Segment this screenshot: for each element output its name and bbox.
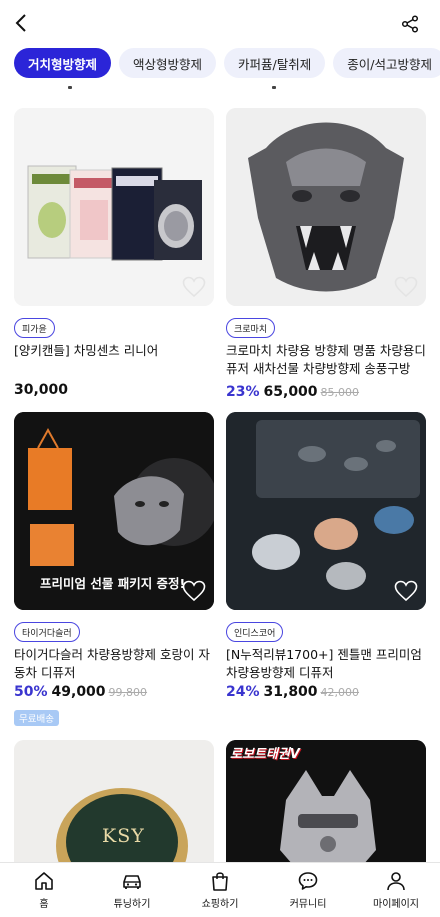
divider-dot bbox=[68, 86, 72, 89]
product-image[interactable] bbox=[226, 108, 426, 306]
share-icon bbox=[401, 15, 419, 33]
back-button[interactable] bbox=[8, 10, 34, 36]
product-card[interactable]: 크로마치 크로마치 차량용 방향제 명품 차량용디퓨저 새차선물 차량방향제 송… bbox=[226, 108, 426, 402]
category-tab[interactable]: 카퍼퓸/탈취제 bbox=[224, 48, 326, 78]
category-tab[interactable]: 액상형방향제 bbox=[119, 48, 217, 78]
original-price: 85,000 bbox=[320, 386, 360, 399]
chat-bubble-icon bbox=[298, 872, 318, 890]
category-tabs: 거치형방향제 액상형방향제 카퍼퓸/탈취제 종이/석고방향제 bbox=[14, 48, 440, 80]
discount-rate: 24% bbox=[226, 684, 260, 700]
nav-tuning[interactable]: 튜닝하기 bbox=[88, 863, 176, 917]
share-button[interactable] bbox=[398, 12, 422, 36]
price: 31,800 bbox=[263, 684, 318, 700]
discount-rate: 50% bbox=[14, 684, 48, 700]
product-image[interactable] bbox=[226, 412, 426, 610]
nav-mypage[interactable]: 마이페이지 bbox=[352, 863, 440, 917]
nav-label: 튜닝하기 bbox=[113, 899, 151, 910]
wishlist-button[interactable] bbox=[182, 580, 206, 602]
image-caption: 로보트태권V bbox=[230, 747, 300, 762]
price-row: 24% 31,800 42,000 bbox=[226, 684, 359, 700]
nav-home[interactable]: 홈 bbox=[0, 863, 88, 917]
heart-icon bbox=[182, 276, 206, 298]
heart-icon bbox=[394, 276, 418, 298]
product-card[interactable]: 프리미엄 선물 패키지 증정! 타이거다슬러 타이거다슬러 차량용방향제 호랑이… bbox=[14, 412, 214, 728]
divider-dot bbox=[272, 86, 276, 89]
product-card[interactable]: 인디스코어 [N누적리뷰1700+] 젠틀맨 프리미엄 차량용방향제 디퓨저 2… bbox=[226, 412, 426, 706]
nav-label: 마이페이지 bbox=[373, 899, 419, 910]
nav-label: 홈 bbox=[39, 899, 49, 910]
top-bar bbox=[0, 0, 440, 48]
heart-icon bbox=[394, 580, 418, 602]
image-caption: KSY bbox=[102, 825, 145, 847]
original-price: 42,000 bbox=[320, 686, 360, 699]
heart-icon bbox=[182, 580, 206, 602]
bottom-nav: 홈 튜닝하기 쇼핑하기 커뮤니티 마이페이지 bbox=[0, 862, 440, 917]
chevron-left-icon bbox=[15, 14, 26, 32]
product-card[interactable]: KSY bbox=[14, 740, 214, 862]
wishlist-button[interactable] bbox=[394, 580, 418, 602]
original-price: 99,800 bbox=[108, 686, 148, 699]
product-image[interactable]: 프리미엄 선물 패키지 증정! bbox=[14, 412, 214, 610]
product-image[interactable]: KSY bbox=[14, 740, 214, 862]
category-tab[interactable]: 종이/석고방향제 bbox=[333, 48, 440, 78]
product-name[interactable]: [양키캔들] 차밍센츠 리니어 bbox=[14, 342, 219, 360]
brand-tag[interactable]: 타이거다슬러 bbox=[14, 622, 80, 642]
wishlist-button[interactable] bbox=[394, 276, 418, 298]
home-icon bbox=[35, 872, 53, 890]
price-row: 30,000 bbox=[14, 382, 68, 398]
discount-rate: 23% bbox=[226, 384, 260, 400]
person-icon bbox=[387, 872, 405, 891]
brand-tag[interactable]: 피가윤 bbox=[14, 318, 55, 338]
brand-tag[interactable]: 인디스코어 bbox=[226, 622, 284, 642]
price: 30,000 bbox=[14, 382, 69, 398]
product-image[interactable] bbox=[14, 108, 214, 306]
nav-label: 커뮤니티 bbox=[289, 899, 327, 910]
product-card[interactable]: 로보트태권V bbox=[226, 740, 426, 862]
nav-shopping[interactable]: 쇼핑하기 bbox=[176, 863, 264, 917]
nav-community[interactable]: 커뮤니티 bbox=[264, 863, 352, 917]
free-shipping-badge: 무료배송 bbox=[14, 710, 59, 726]
product-name[interactable]: 타이거다슬러 차량용방향제 호랑이 자동차 디퓨저 bbox=[14, 646, 219, 682]
brand-tag[interactable]: 크로마치 bbox=[226, 318, 276, 338]
shopping-bag-icon bbox=[212, 872, 228, 891]
product-image[interactable]: 로보트태권V bbox=[226, 740, 426, 862]
product-grid: 피가윤 [양키캔들] 차밍센츠 리니어 30,000 크로마치 크로마치 차량용… bbox=[0, 84, 440, 862]
price-row: 50% 49,000 99,800 bbox=[14, 684, 147, 700]
price: 65,000 bbox=[263, 384, 318, 400]
price-row: 23% 65,000 85,000 bbox=[226, 384, 359, 400]
product-card[interactable]: 피가윤 [양키캔들] 차밍센츠 리니어 30,000 bbox=[14, 108, 214, 398]
product-name[interactable]: [N누적리뷰1700+] 젠틀맨 프리미엄 차량용방향제 디퓨저 bbox=[226, 646, 431, 682]
car-icon bbox=[123, 875, 141, 889]
nav-label: 쇼핑하기 bbox=[201, 899, 239, 910]
price: 49,000 bbox=[51, 684, 106, 700]
category-tab[interactable]: 거치형방향제 bbox=[14, 48, 112, 78]
wishlist-button[interactable] bbox=[182, 276, 206, 298]
image-caption: 프리미엄 선물 패키지 증정! bbox=[40, 576, 186, 591]
product-name[interactable]: 크로마치 차량용 방향제 명품 차량용디퓨저 새차선물 차량방향제 송풍구방향.… bbox=[226, 342, 431, 378]
